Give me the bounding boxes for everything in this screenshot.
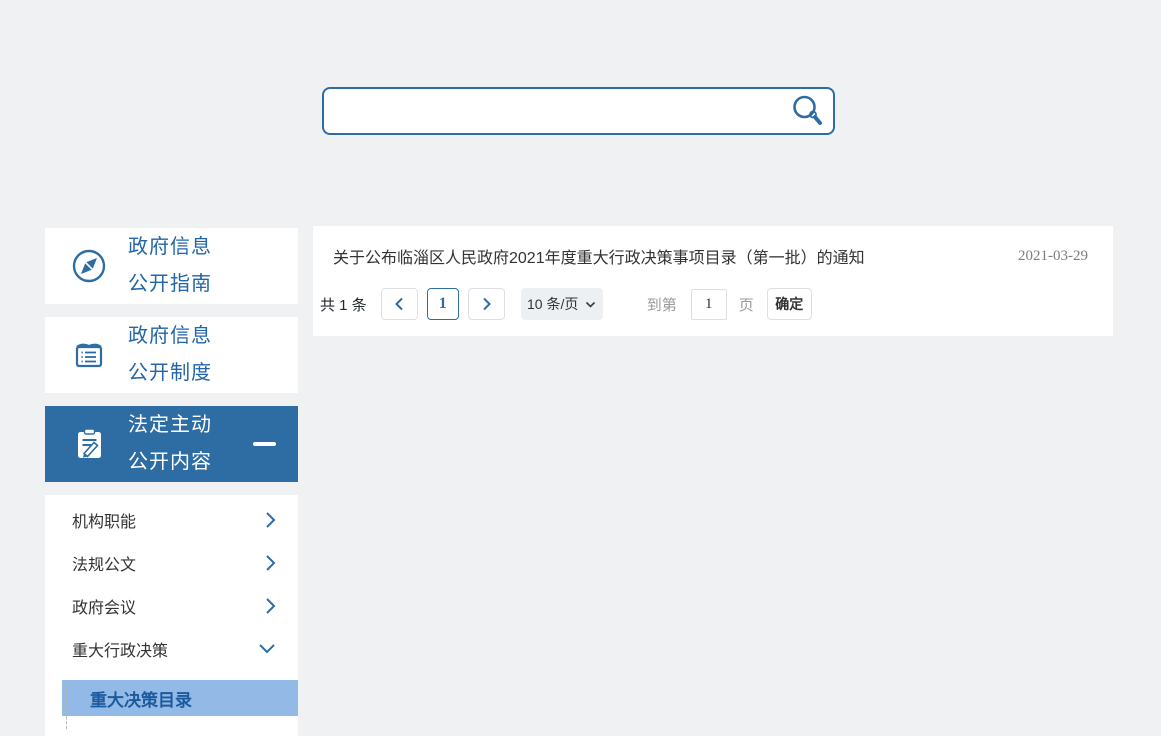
submenu-item-gov-meetings[interactable]: 政府会议 — [45, 584, 298, 627]
sidebar-item-guide[interactable]: 政府信息 公开指南 — [45, 228, 298, 304]
submenu-item-regulations[interactable]: 法规公文 — [45, 541, 298, 584]
search-input[interactable] — [324, 89, 781, 133]
article-list-panel: 关于公布临淄区人民政府2021年度重大行政决策事项目录（第一批）的通知 2021… — [313, 226, 1113, 336]
submenu-item-major-decisions[interactable]: 重大行政决策 — [45, 627, 298, 670]
article-title[interactable]: 关于公布临淄区人民政府2021年度重大行政决策事项目录（第一批）的通知 — [333, 244, 865, 268]
chevron-right-icon — [482, 297, 491, 311]
pagination-total: 共 1 条 — [320, 296, 367, 314]
chevron-down-icon — [585, 301, 596, 308]
sidebar-item-system[interactable]: 政府信息 公开制度 — [45, 317, 298, 393]
sidebar-submenu: 机构职能 法规公文 政府会议 重大行政决策 重大决策目录 — [45, 495, 298, 736]
article-list-item[interactable]: 关于公布临淄区人民政府2021年度重大行政决策事项目录（第一批）的通知 2021… — [313, 237, 1113, 275]
search-box — [322, 87, 835, 135]
sidebar-item-statutory-disclosure[interactable]: 法定主动 公开内容 — [45, 406, 298, 482]
sidebar-item-label: 法定主动 公开内容 — [128, 414, 212, 473]
goto-page-input[interactable] — [690, 288, 727, 320]
search-button[interactable] — [781, 89, 833, 133]
chevron-right-icon — [265, 597, 276, 615]
article-date: 2021-03-29 — [1018, 247, 1088, 264]
confirm-button[interactable]: 确定 — [766, 288, 812, 320]
submenu-child-label: 重大决策目录 — [90, 690, 192, 710]
page-size-select[interactable]: 10 条/页 — [520, 288, 603, 320]
prev-page-button[interactable] — [380, 288, 418, 320]
sidebar-item-label: 政府信息 公开制度 — [128, 325, 212, 384]
submenu-item-label: 政府会议 — [72, 599, 137, 617]
page-size-value: 10 条/页 — [527, 296, 579, 312]
chevron-down-icon — [258, 643, 276, 654]
minus-icon — [253, 442, 276, 446]
sidebar: 政府信息 公开指南 政府信息 公开制度 法定主动 公开内容 机构职能 法规公文 … — [45, 228, 298, 736]
submenu-child-major-decision-catalog[interactable]: 重大决策目录 — [62, 680, 298, 716]
goto-page-label: 到第 — [646, 296, 677, 314]
submenu-item-label: 机构职能 — [72, 513, 137, 531]
sidebar-item-label: 政府信息 公开指南 — [128, 236, 212, 295]
submenu-item-label: 法规公文 — [72, 556, 137, 574]
submenu-item-org-functions[interactable]: 机构职能 — [45, 498, 298, 541]
goto-page-unit: 页 — [738, 296, 754, 314]
page-number-button[interactable]: 1 — [426, 288, 459, 320]
document-icon — [70, 336, 112, 374]
compass-icon — [70, 247, 112, 285]
chevron-left-icon — [394, 297, 404, 311]
submenu-item-label: 重大行政决策 — [72, 642, 169, 660]
search-icon — [789, 93, 825, 129]
tree-dashed-line — [66, 683, 67, 729]
pagination: 共 1 条 1 10 条/页 到第 页 确定 — [320, 288, 812, 320]
chevron-right-icon — [265, 511, 276, 529]
clipboard-pen-icon — [70, 425, 112, 463]
chevron-right-icon — [265, 554, 276, 572]
next-page-button[interactable] — [467, 288, 505, 320]
